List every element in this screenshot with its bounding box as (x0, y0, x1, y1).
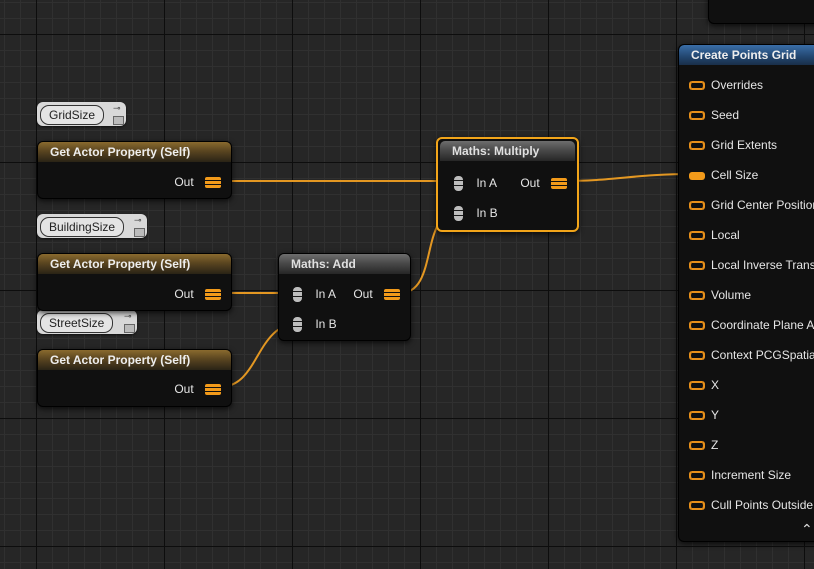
input-pin-icon[interactable] (689, 231, 705, 241)
node-title: Create Points Grid (679, 45, 814, 65)
out-pin-icon[interactable] (205, 177, 221, 189)
input-pin-icon[interactable] (689, 321, 705, 331)
input-pin-icon[interactable] (689, 351, 705, 361)
pin-local[interactable]: Local (689, 220, 740, 250)
pin-icon[interactable]: ⊸ (134, 216, 144, 225)
pin-context-pcgspatial[interactable]: Context PCGSpatial (689, 340, 814, 370)
wire-multiply-to-cellsize (559, 173, 697, 182)
pin-cell-size[interactable]: Cell Size (689, 160, 758, 190)
out-pin-icon[interactable] (551, 178, 567, 190)
input-pin-icon[interactable] (689, 441, 705, 451)
in-a-pin-icon[interactable] (293, 287, 302, 303)
pin-volume[interactable]: Volume (689, 280, 751, 310)
node-title: Maths: Add (279, 254, 410, 274)
comment-buildingsize[interactable]: BuildingSize ⊸ (37, 214, 147, 238)
node-title: Get Actor Property (Self) (38, 142, 231, 162)
dock-icon[interactable] (124, 324, 135, 333)
input-pin-icon[interactable] (689, 141, 705, 151)
pin-grid-extents[interactable]: Grid Extents (689, 130, 777, 160)
maths-add-node[interactable]: Maths: Add In A Out In B (278, 253, 411, 341)
input-pin-icon[interactable] (689, 501, 705, 511)
input-pin-icon[interactable] (689, 81, 705, 91)
comment-gridsize[interactable]: GridSize ⊸ (37, 102, 126, 126)
pin-icon[interactable]: ⊸ (113, 104, 123, 113)
offscreen-node[interactable] (708, 0, 814, 24)
get-actor-property-node-1[interactable]: Get Actor Property (Self) Out (37, 141, 232, 199)
node-title: Get Actor Property (Self) (38, 254, 231, 274)
out-pin-icon[interactable] (205, 384, 221, 396)
maths-multiply-node[interactable]: Maths: Multiply In A Out In B (436, 137, 579, 232)
in-b-pin-icon[interactable] (454, 206, 463, 222)
dock-icon[interactable] (134, 228, 145, 237)
out-label: Out (520, 176, 540, 190)
input-pin-icon[interactable] (689, 201, 705, 211)
pin-z[interactable]: Z (689, 430, 718, 460)
pin-local-inverse-transform[interactable]: Local Inverse Transform (689, 250, 814, 280)
input-pin-icon[interactable] (689, 381, 705, 391)
in-b-label: In B (476, 206, 498, 220)
comment-text: BuildingSize (40, 217, 125, 237)
create-points-grid-node[interactable]: Create Points Grid Overrides Seed Grid E… (678, 44, 814, 542)
out-label: Out (353, 287, 373, 301)
out-pin-icon[interactable] (384, 289, 400, 301)
in-b-label: In B (315, 317, 337, 331)
out-label: Out (174, 287, 194, 301)
input-pin-icon[interactable] (689, 291, 705, 301)
input-pin-icon[interactable] (689, 411, 705, 421)
pin-cull-points-outside[interactable]: Cull Points Outside (689, 490, 813, 520)
out-label: Out (174, 175, 194, 189)
node-title: Maths: Multiply (440, 141, 575, 161)
out-pin-icon[interactable] (205, 289, 221, 301)
pin-y[interactable]: Y (689, 400, 719, 430)
comment-text: StreetSize (40, 313, 114, 333)
get-actor-property-node-2[interactable]: Get Actor Property (Self) Out (37, 253, 232, 311)
pin-x[interactable]: X (689, 370, 719, 400)
comment-streetsize[interactable]: StreetSize ⊸ (37, 310, 137, 334)
input-pin-connected-icon[interactable] (689, 171, 705, 180)
node-title: Get Actor Property (Self) (38, 350, 231, 370)
pin-overrides[interactable]: Overrides (689, 70, 763, 100)
pin-coordinate-plane-axis[interactable]: Coordinate Plane Axis (689, 310, 814, 340)
comment-text: GridSize (40, 105, 105, 125)
pin-seed[interactable]: Seed (689, 100, 739, 130)
input-pin-icon[interactable] (689, 471, 705, 481)
input-pin-icon[interactable] (689, 261, 705, 271)
in-a-label: In A (476, 176, 498, 190)
pin-grid-center-position[interactable]: Grid Center Position (689, 190, 814, 220)
pin-increment-size[interactable]: Increment Size (689, 460, 791, 490)
pin-icon[interactable]: ⊸ (124, 312, 134, 321)
dock-icon[interactable] (113, 116, 124, 125)
input-pin-icon[interactable] (689, 111, 705, 121)
in-a-label: In A (315, 287, 337, 301)
in-a-pin-icon[interactable] (454, 176, 463, 192)
collapse-chevron-icon[interactable]: ⌃ (801, 521, 813, 538)
in-b-pin-icon[interactable] (293, 317, 302, 333)
out-label: Out (174, 382, 194, 396)
get-actor-property-node-3[interactable]: Get Actor Property (Self) Out (37, 349, 232, 407)
